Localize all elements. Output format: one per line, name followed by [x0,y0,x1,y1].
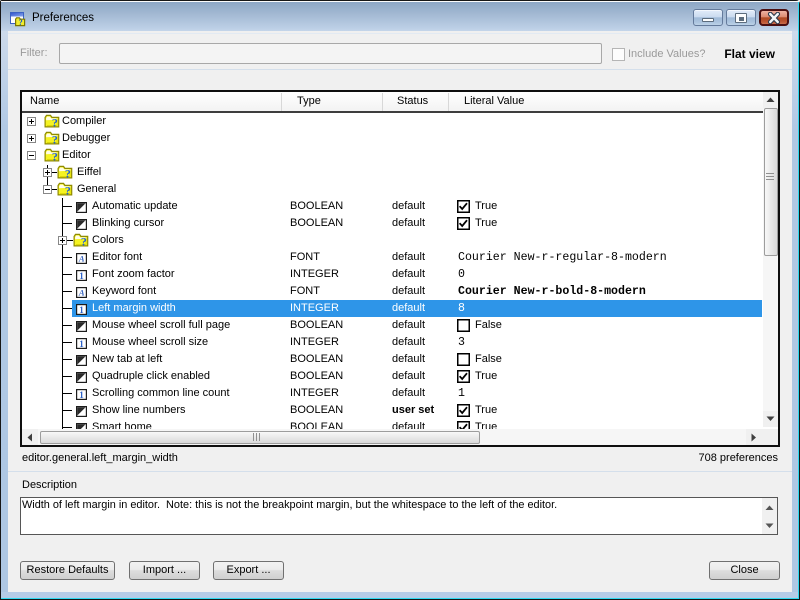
svg-text:1: 1 [79,304,84,314]
svg-text:1: 1 [79,338,84,348]
svg-text:?: ? [81,234,87,247]
svg-text:?: ? [18,17,22,27]
svg-text:?: ? [65,166,71,179]
svg-text:?: ? [52,132,58,145]
svg-text:?: ? [52,115,58,128]
svg-text:A: A [78,253,85,263]
svg-text:1: 1 [79,389,84,399]
svg-text:A: A [78,287,85,297]
svg-text:1: 1 [79,270,84,280]
svg-text:?: ? [65,183,71,196]
svg-text:?: ? [52,149,58,162]
